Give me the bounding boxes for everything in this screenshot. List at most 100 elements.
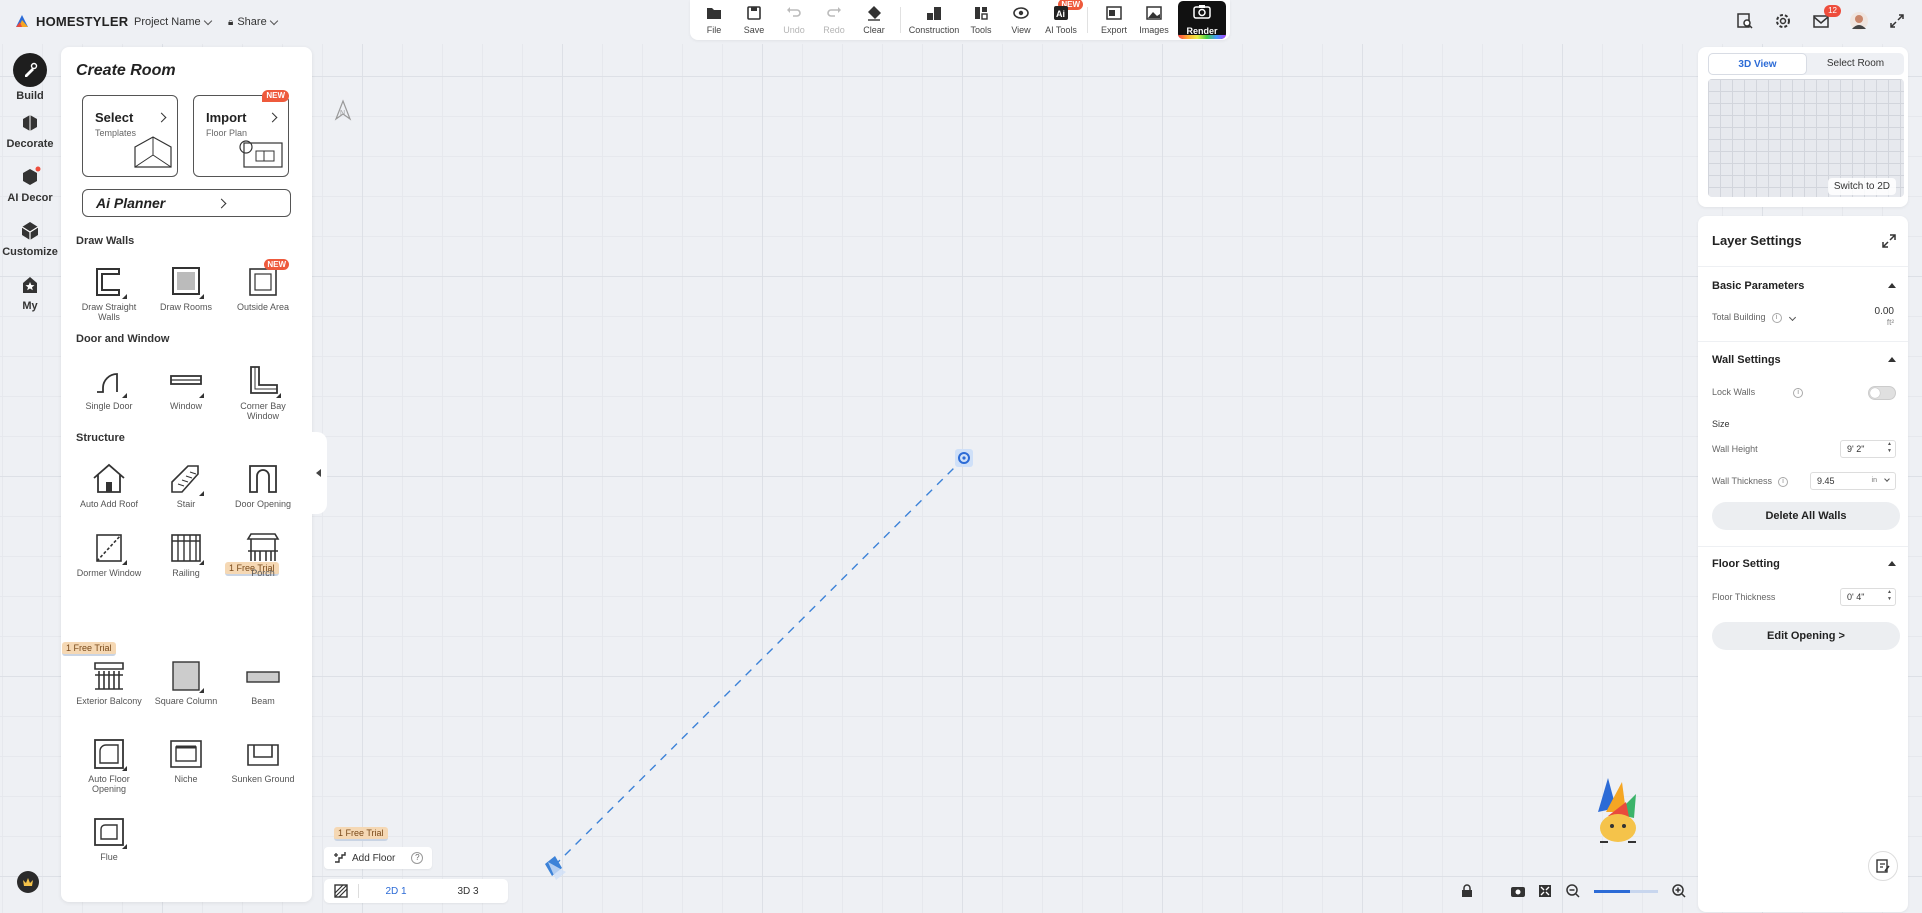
undo-button[interactable]: Undo	[774, 0, 814, 40]
roof-icon	[91, 462, 127, 496]
beam-tool[interactable]: Beam	[225, 659, 301, 706]
window-tool[interactable]: Window	[148, 364, 224, 411]
porch-tool[interactable]: Porch	[225, 531, 301, 578]
item-label: Railing	[172, 568, 200, 578]
nav-decorate[interactable]: Decorate	[0, 104, 60, 158]
item-label: Outside Area	[236, 302, 290, 312]
panel-collapse-handle[interactable]	[311, 432, 327, 514]
lock-walls-toggle[interactable]	[1868, 386, 1896, 400]
assistant-mascot-icon[interactable]	[1586, 772, 1650, 852]
exterior-balcony-tool[interactable]: Exterior Balcony	[71, 659, 147, 706]
dormer-window-tool[interactable]: Dormer Window	[71, 531, 147, 578]
tools-label: Tools	[970, 25, 992, 35]
avatar[interactable]	[1848, 10, 1870, 32]
search-doc-icon[interactable]	[1734, 10, 1756, 32]
floor-setting-header[interactable]: Floor Setting	[1712, 558, 1896, 570]
file-button[interactable]: File	[694, 0, 734, 40]
info-icon[interactable]: i	[1793, 387, 1804, 398]
chevron-down-icon	[1884, 476, 1890, 482]
clear-button[interactable]: Clear	[854, 0, 894, 40]
wall-settings-header[interactable]: Wall Settings	[1712, 354, 1896, 366]
basic-parameters-header[interactable]: Basic Parameters	[1712, 280, 1896, 292]
lock-icon[interactable]	[1460, 884, 1474, 898]
redo-label: Redo	[823, 25, 845, 35]
gear-icon[interactable]	[1772, 10, 1794, 32]
floor-thickness-input[interactable]: 0' 4"	[1840, 588, 1896, 606]
single-door-tool[interactable]: Single Door	[71, 364, 147, 411]
wall-thickness-input[interactable]: 9.45 in	[1810, 472, 1896, 490]
view-2d-option[interactable]: 2D 1	[359, 886, 433, 897]
door-opening-tool[interactable]: Door Opening	[225, 462, 301, 509]
eraser-icon	[865, 4, 883, 22]
info-icon[interactable]: i	[1771, 312, 1782, 323]
niche-tool[interactable]: Niche	[148, 737, 224, 784]
zoom-slider[interactable]	[1594, 889, 1658, 893]
customize-icon	[19, 220, 41, 242]
nav-customize[interactable]: Customize	[0, 212, 60, 266]
view-label: View	[1011, 25, 1031, 35]
export-button[interactable]: Export	[1094, 0, 1134, 40]
brand-logo[interactable]: HOMESTYLER	[14, 13, 128, 29]
draw-rooms-tool[interactable]: Draw Rooms	[148, 265, 224, 312]
wall-start-handle[interactable]	[955, 449, 973, 467]
redo-button[interactable]: Redo	[814, 0, 854, 40]
render-button[interactable]: Render	[1178, 1, 1226, 39]
info-icon[interactable]: i	[1778, 476, 1789, 487]
collapse-arrow-icon	[1888, 357, 1896, 362]
sunken-ground-tool[interactable]: Sunken Ground	[225, 737, 301, 784]
project-name-menu[interactable]: Project Name	[134, 16, 212, 28]
fullscreen-icon[interactable]	[1886, 10, 1908, 32]
3d-preview[interactable]: 3D View Select Room Switch to 2D	[1698, 47, 1908, 207]
total-value: 0.00	[1874, 306, 1894, 317]
railing-tool[interactable]: Railing	[148, 531, 224, 578]
ai-tools-button[interactable]: NEW Ai AI Tools	[1041, 0, 1083, 40]
beam-icon	[245, 659, 281, 693]
add-floor-button[interactable]: Add Floor ?	[324, 847, 432, 869]
save-button[interactable]: Save	[734, 0, 774, 40]
view-3d-option[interactable]: 3D 3	[433, 886, 503, 897]
construction-button[interactable]: Construction	[907, 0, 961, 40]
chevron-down-icon[interactable]	[1788, 313, 1796, 322]
view-tabs: 3D View Select Room	[1708, 53, 1904, 75]
zoom-out-icon[interactable]	[1566, 884, 1580, 898]
corner-bay-window-tool[interactable]: Corner Bay Window	[225, 364, 301, 421]
select-templates-card[interactable]: Select Templates	[82, 95, 178, 177]
compass-icon[interactable]: N	[333, 99, 353, 121]
wall-height-input[interactable]: 9' 2"	[1840, 440, 1896, 458]
stair-tool[interactable]: Stair	[148, 462, 224, 509]
import-floor-plan-card[interactable]: NEW Import Floor Plan	[193, 90, 289, 177]
flue-tool[interactable]: Flue	[71, 815, 147, 862]
nav-ai-decor[interactable]: AI Decor	[0, 158, 60, 212]
mail-icon[interactable]: 12	[1810, 5, 1841, 32]
feedback-icon[interactable]	[1868, 851, 1898, 881]
tools-button[interactable]: Tools	[961, 0, 1001, 40]
tab-3d-view[interactable]: 3D View	[1708, 53, 1807, 75]
square-column-tool[interactable]: Square Column	[148, 659, 224, 706]
auto-floor-opening-tool[interactable]: Auto Floor Opening	[71, 737, 147, 794]
edit-opening-button[interactable]: Edit Opening >	[1712, 622, 1900, 650]
draw-straight-walls-tool[interactable]: Draw Straight Walls	[71, 265, 147, 322]
zoom-in-icon[interactable]	[1672, 884, 1686, 898]
delete-all-walls-button[interactable]: Delete All Walls	[1712, 502, 1900, 530]
images-button[interactable]: Images	[1134, 0, 1174, 40]
left-nav: Build Decorate AI Decor Customize My	[0, 44, 60, 913]
crown-icon[interactable]	[17, 871, 39, 893]
nav-my[interactable]: My	[0, 266, 60, 320]
tab-select-room[interactable]: Select Room	[1807, 53, 1904, 75]
view-button[interactable]: View	[1001, 0, 1041, 40]
outside-area-tool[interactable]: NEW Outside Area	[225, 259, 301, 312]
toolbar-divider	[1087, 7, 1088, 33]
fit-view-icon[interactable]	[1538, 884, 1552, 898]
cursor-handle[interactable]	[545, 856, 566, 880]
nav-build[interactable]: Build	[0, 50, 60, 104]
help-icon[interactable]: ?	[411, 852, 424, 864]
auto-add-roof-tool[interactable]: Auto Add Roof	[71, 462, 147, 509]
expand-icon[interactable]	[1882, 234, 1896, 253]
switch-to-2d-button[interactable]: Switch to 2D	[1827, 178, 1896, 195]
camera-icon[interactable]	[1510, 884, 1526, 898]
wall-height-label: Wall Height	[1712, 444, 1758, 454]
hatch-icon[interactable]	[324, 884, 358, 898]
ai-planner-button[interactable]: Ai Planner	[82, 189, 291, 217]
top-bar: HOMESTYLER Project Name 🔒︎ Share File Sa…	[0, 0, 1922, 44]
share-menu[interactable]: 🔒︎ Share	[228, 16, 278, 28]
